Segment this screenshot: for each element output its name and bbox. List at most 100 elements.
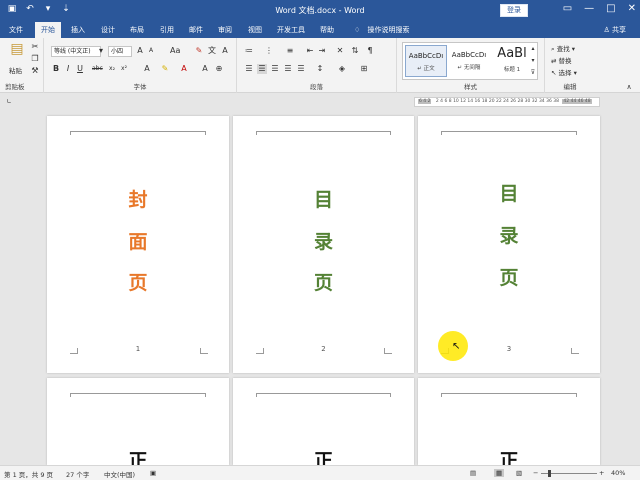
- replace-icon: ⇄: [551, 57, 557, 65]
- page-4[interactable]: 正: [47, 378, 229, 465]
- close-icon[interactable]: ✕: [628, 3, 636, 14]
- show-marks-icon[interactable]: ¶: [365, 46, 375, 56]
- page-2[interactable]: 目 录 页 2: [233, 116, 414, 373]
- enclose-chars-icon[interactable]: A: [220, 46, 230, 56]
- font-group: 等线 (中文正) ▾ 小四 A A Aa ✎ 文 A B I U abc x₂ …: [44, 38, 237, 93]
- tab-file[interactable]: 文件: [9, 24, 23, 36]
- tab-design[interactable]: 设计: [101, 24, 115, 36]
- superscript-icon[interactable]: x²: [119, 64, 129, 74]
- web-layout-icon[interactable]: ▧: [516, 469, 522, 477]
- phonetic-guide-icon[interactable]: 文: [207, 46, 217, 56]
- decrease-indent-icon[interactable]: ⇤: [305, 46, 315, 56]
- strikethrough-icon[interactable]: abc: [92, 64, 103, 74]
- underline-icon[interactable]: U: [75, 64, 85, 74]
- styles-more-icon[interactable]: ⊽: [528, 68, 538, 78]
- page-2-char-2: 录: [313, 231, 333, 253]
- page-count-status[interactable]: 第 1 页，共 9 页: [4, 469, 53, 479]
- find-button[interactable]: ⌕ 查找 ▾: [551, 43, 575, 54]
- replace-button[interactable]: ⇄ 替换: [551, 55, 572, 65]
- align-left-icon[interactable]: ☰: [244, 64, 254, 74]
- distributed-icon[interactable]: ☰: [296, 64, 306, 74]
- margin-mark: [256, 348, 264, 354]
- shading-icon[interactable]: ◈: [337, 64, 347, 74]
- text-effects-icon[interactable]: A: [142, 64, 152, 74]
- zoom-slider-thumb[interactable]: [548, 470, 551, 477]
- style-heading-1-name: 标题 1: [503, 67, 521, 73]
- align-center-icon[interactable]: ☰: [257, 64, 267, 74]
- line-spacing-icon[interactable]: ↕: [315, 64, 325, 74]
- select-button[interactable]: ↖ 选择 ▾: [551, 67, 577, 77]
- sort-icon[interactable]: ⇅: [350, 46, 360, 56]
- enclosed-char-icon[interactable]: ⊕: [214, 64, 224, 74]
- tab-insert[interactable]: 插入: [71, 24, 85, 36]
- header-line: [441, 393, 577, 397]
- page-5[interactable]: 正: [233, 378, 414, 465]
- language-status[interactable]: 中文(中国): [104, 469, 135, 479]
- macro-record-icon[interactable]: ▣: [150, 469, 156, 477]
- tab-help[interactable]: 帮助: [320, 24, 334, 36]
- style-normal[interactable]: AaBbCcDı ↵ 正文: [405, 45, 447, 77]
- cut-icon[interactable]: ✂: [30, 42, 40, 52]
- tab-selector-icon[interactable]: ∟: [4, 97, 14, 107]
- numbering-icon[interactable]: ⋮: [264, 46, 274, 56]
- page-4-char-1: 正: [128, 450, 148, 465]
- clear-formatting-icon[interactable]: ✎: [194, 46, 204, 56]
- zoom-in-icon[interactable]: +: [599, 469, 604, 477]
- page-1[interactable]: 封 面 页 1: [47, 116, 229, 373]
- bold-icon[interactable]: B: [51, 64, 61, 74]
- tab-references[interactable]: 引用: [160, 24, 174, 36]
- tab-layout[interactable]: 布局: [130, 24, 144, 36]
- justify-icon[interactable]: ☰: [283, 64, 293, 74]
- word-count-status[interactable]: 27 个字: [66, 469, 89, 479]
- font-size-select[interactable]: 小四: [108, 46, 132, 57]
- tab-mailings[interactable]: 邮件: [189, 24, 203, 36]
- minimize-icon[interactable]: —: [584, 3, 594, 14]
- zoom-level[interactable]: 40%: [611, 469, 625, 477]
- bullets-icon[interactable]: ≔: [244, 46, 254, 56]
- read-mode-icon[interactable]: ▤: [470, 469, 476, 477]
- header-line: [70, 131, 206, 135]
- style-no-spacing[interactable]: AaBbCcDı ↵ 无间隔: [448, 45, 490, 77]
- borders-icon[interactable]: ⊞: [359, 64, 369, 74]
- login-button[interactable]: 登录: [500, 4, 528, 17]
- tell-me-search[interactable]: ♢ 操作说明搜索: [354, 24, 410, 36]
- highlight-color-icon[interactable]: ✎: [160, 64, 170, 74]
- paste-icon[interactable]: ▤: [9, 42, 25, 62]
- styles-scroll-down-icon[interactable]: ▾: [528, 56, 538, 66]
- copy-icon[interactable]: ❐: [30, 54, 40, 64]
- tab-developer[interactable]: 开发工具: [277, 24, 305, 36]
- chinese-layout-icon[interactable]: ✕: [335, 46, 345, 56]
- title-bar: ▣ ↶ ▾ ⇣ Word 文档.docx - Word 登录 ▭ — □ ✕: [0, 0, 640, 21]
- font-name-select[interactable]: 等线 (中文正): [51, 46, 101, 57]
- share-button[interactable]: ♙ 共享: [603, 25, 626, 35]
- shrink-font-icon[interactable]: A: [146, 46, 156, 56]
- style-no-spacing-sample: AaBbCcDı: [451, 51, 487, 59]
- editing-group: ⌕ 查找 ▾ ⇄ 替换 ↖ 选择 ▾ 编辑: [545, 38, 595, 93]
- margin-mark: [200, 348, 208, 354]
- change-case-icon[interactable]: Aa: [170, 46, 180, 56]
- font-name-dropdown-icon[interactable]: ▾: [96, 46, 106, 56]
- align-right-icon[interactable]: ☰: [270, 64, 280, 74]
- restore-icon[interactable]: □: [606, 3, 615, 14]
- styles-scroll-up-icon[interactable]: ▴: [528, 44, 538, 54]
- collapse-ribbon-icon[interactable]: ∧: [624, 82, 634, 92]
- char-shading-icon[interactable]: A: [200, 64, 210, 74]
- tab-home[interactable]: 开始: [35, 22, 61, 38]
- tab-view[interactable]: 视图: [248, 24, 262, 36]
- page-6[interactable]: 正: [418, 378, 600, 465]
- increase-indent-icon[interactable]: ⇥: [317, 46, 327, 56]
- italic-icon[interactable]: I: [63, 64, 73, 74]
- format-painter-icon[interactable]: ⚒: [30, 66, 40, 76]
- style-heading-1[interactable]: AaBl 标题 1: [491, 45, 533, 77]
- style-normal-sample: AaBbCcDı: [408, 52, 444, 60]
- horizontal-ruler[interactable]: 6 4 2 2 4 6 8 10 12 14 16 18 20 22 24 26…: [414, 97, 600, 107]
- subscript-icon[interactable]: x₂: [107, 64, 117, 74]
- multilevel-list-icon[interactable]: ≡: [285, 46, 295, 56]
- tab-review[interactable]: 审阅: [218, 24, 232, 36]
- print-layout-icon[interactable]: ▦: [494, 469, 505, 477]
- ribbon-display-options-icon[interactable]: ▭: [563, 3, 572, 14]
- zoom-out-icon[interactable]: −: [533, 469, 538, 477]
- paste-label[interactable]: 粘贴: [9, 65, 22, 75]
- font-color-icon[interactable]: A: [179, 64, 189, 74]
- grow-font-icon[interactable]: A: [135, 46, 145, 56]
